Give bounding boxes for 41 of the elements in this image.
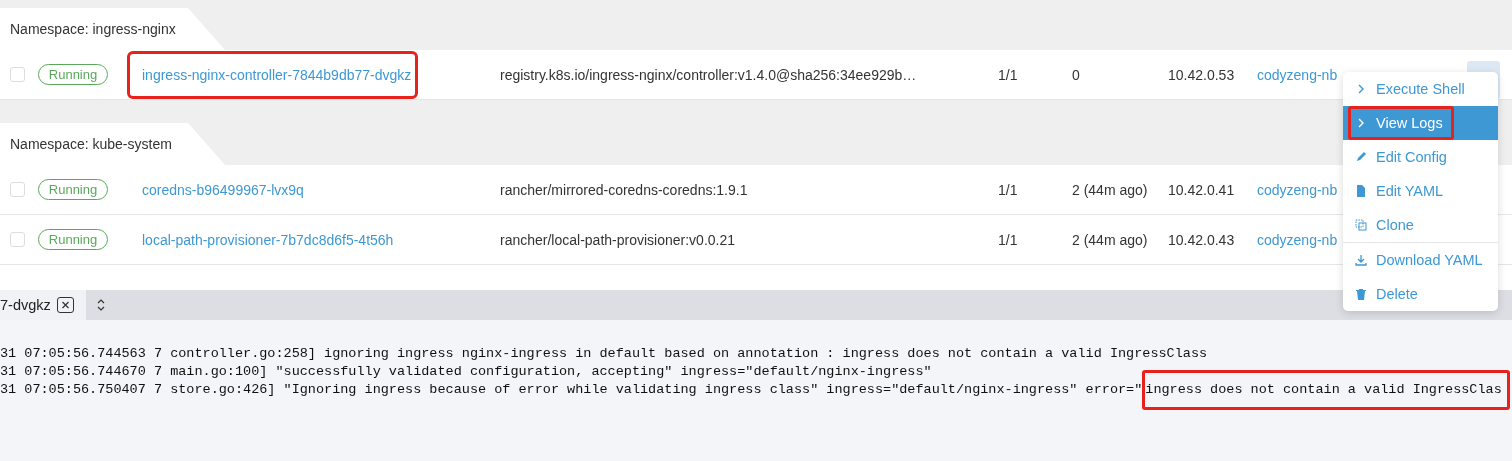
copy-icon (1355, 219, 1367, 231)
image-cell: rancher/local-path-provisioner:v0.0.21 (500, 231, 735, 248)
menu-item[interactable]: Download YAML (1343, 242, 1498, 277)
pencil-icon (1355, 151, 1367, 163)
ready-cell: 1/1 (998, 181, 1018, 198)
file-icon (1355, 185, 1367, 197)
namespace-header: Namespace: kube-system (0, 123, 225, 165)
menu-item[interactable]: Clone (1343, 208, 1498, 242)
restarts-cell: 2 (44m ago) (1072, 181, 1148, 198)
tab-label: 7-dvgkz (0, 297, 51, 313)
expand-collapse-icon[interactable] (95, 298, 106, 312)
image-cell: rancher/mirrored-coredns-coredns:1.9.1 (500, 181, 748, 198)
row-checkbox[interactable] (10, 182, 25, 197)
menu-item[interactable]: Edit Config (1343, 140, 1498, 174)
download-icon (1355, 254, 1367, 266)
restarts-cell: 2 (44m ago) (1072, 231, 1148, 248)
row-checkbox[interactable] (10, 67, 25, 82)
log-tab[interactable]: 7-dvgkz (0, 290, 86, 320)
log-line: 31 07:05:56.744670 7 main.go:100] "successfully validated configuration, accepting" ingress="default/nginx-ingress" (0, 363, 932, 381)
menu-item[interactable]: Execute Shell (1343, 72, 1498, 106)
ip-cell: 10.42.0.53 (1168, 66, 1235, 83)
row-checkbox[interactable] (10, 232, 25, 247)
ready-cell: 1/1 (998, 66, 1018, 83)
pod-name-link[interactable]: ingress-nginx-controller-7844b9db77-dvgkz (130, 53, 416, 96)
ip-cell: 10.42.0.43 (1168, 231, 1235, 248)
node-link[interactable]: codyzeng-nb (1257, 231, 1338, 248)
menu-item[interactable]: Edit YAML (1343, 174, 1498, 208)
close-icon[interactable] (56, 297, 74, 313)
namespace-header: Namespace: ingress-nginx (0, 8, 225, 50)
ip-cell: 10.42.0.41 (1168, 181, 1235, 198)
pod-name-link[interactable]: local-path-provisioner-7b7dc8d6f5-4t56h (142, 231, 394, 248)
restarts-cell: 0 (1072, 66, 1080, 83)
node-link[interactable]: codyzeng-nb (1257, 181, 1338, 198)
node-link[interactable]: codyzeng-nb (1257, 66, 1338, 83)
log-line: 31 07:05:56.744563 7 controller.go:258] ignoring ingress nginx-ingress in default based on annotation : ingress does not contain a valid IngressClass (0, 345, 1208, 363)
image-cell: registry.k8s.io/ingress-nginx/controller:v1.4.0@sha256:34ee929b… (500, 66, 917, 83)
menu-item[interactable]: Delete (1343, 277, 1498, 311)
pod-name-link[interactable]: coredns-b96499967-lvx9q (142, 181, 304, 198)
ready-cell: 1/1 (998, 231, 1018, 248)
highlight-box: ingress does not contain a valid IngressClas (1142, 370, 1510, 410)
trash-icon (1355, 288, 1367, 300)
